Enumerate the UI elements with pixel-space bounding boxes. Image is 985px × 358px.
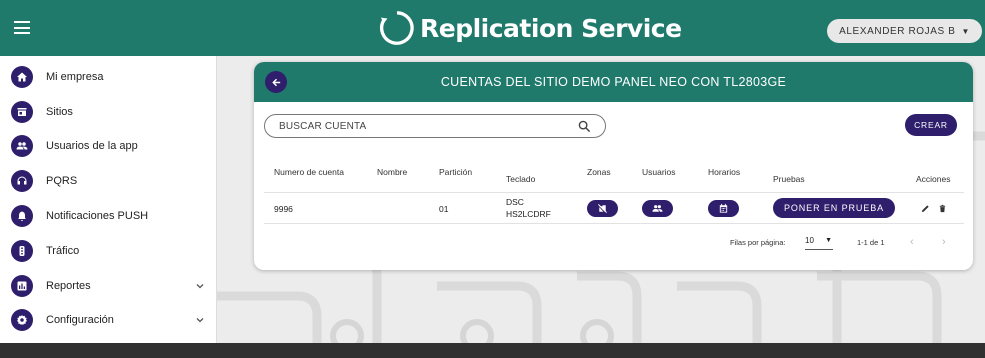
column-header-usuarios: Usuarios [642, 167, 676, 177]
chart-icon [11, 275, 33, 297]
sidebar-item-pqrs[interactable]: PQRS [0, 164, 217, 198]
rows-per-page-value: 10 [805, 236, 814, 245]
pagination-range: 1-1 de 1 [857, 238, 885, 247]
header-divider [264, 192, 964, 193]
previous-page-button[interactable]: ‹ [910, 236, 922, 248]
sidebar-item-label: Notificaciones PUSH [46, 210, 149, 222]
headset-icon [11, 170, 33, 192]
user-name: ALEXANDER ROJAS B [839, 25, 956, 37]
bottom-shadow-strip [0, 343, 985, 358]
arrow-left-icon [271, 78, 280, 86]
sidebar-item-label: Mi empresa [46, 71, 104, 83]
sidebar-item-trafico[interactable]: Tráfico [0, 234, 217, 268]
sidebar-item-sitios[interactable]: Sitios [0, 95, 217, 129]
chevron-down-icon [196, 284, 204, 289]
sidebar-item-label: Configuración [46, 314, 114, 326]
cell-account: 9996 [274, 204, 293, 214]
sidebar-item-label: Reportes [46, 280, 91, 292]
column-header-pruebas: Pruebas [773, 174, 805, 184]
card-title: CUENTAS DEL SITIO DEMO PANEL NEO CON TL2… [440, 75, 787, 89]
search-input[interactable] [279, 120, 569, 132]
sidebar-item-configuracion[interactable]: Configuración [0, 303, 217, 337]
column-header-nombre: Nombre [377, 167, 408, 177]
rows-per-page-label: Filas por página: [730, 238, 786, 247]
caret-down-icon: ▼ [961, 26, 970, 36]
calendar-icon [719, 203, 728, 213]
card-header: CUENTAS DEL SITIO DEMO PANEL NEO CON TL2… [254, 62, 973, 102]
sidebar-item-reportes[interactable]: Reportes [0, 269, 217, 303]
traffic-icon [11, 240, 33, 262]
store-icon [11, 101, 33, 123]
sidebar-item-usuarios-app[interactable]: Usuarios de la app [0, 129, 217, 163]
replication-logo-icon [380, 11, 414, 45]
brand-title: Replication Service [420, 13, 682, 43]
column-header-teclado: Teclado [506, 174, 536, 184]
people-icon [11, 135, 33, 157]
user-menu-button[interactable]: ALEXANDER ROJAS B ▼ [827, 19, 982, 43]
caret-down-icon: ▼ [825, 237, 832, 244]
row-divider [264, 223, 964, 224]
sidebar-item-mi-empresa[interactable]: Mi empresa [0, 60, 217, 94]
next-page-button[interactable]: › [942, 236, 954, 248]
sidebar-item-notificaciones[interactable]: Notificaciones PUSH [0, 199, 217, 233]
accounts-card: CUENTAS DEL SITIO DEMO PANEL NEO CON TL2… [254, 62, 973, 270]
bell-icon [11, 205, 33, 227]
brand-logo: Replication Service [378, 8, 682, 48]
create-button[interactable]: CREAR [905, 114, 957, 136]
users-button[interactable] [642, 200, 673, 217]
back-button[interactable] [265, 71, 287, 93]
cell-keypad-brand: DSC [506, 197, 524, 207]
zones-icon [598, 204, 607, 213]
edit-icon[interactable] [921, 204, 930, 213]
gear-icon [11, 309, 33, 331]
sidebar-item-label: Usuarios de la app [46, 140, 138, 152]
chevron-down-icon [196, 318, 204, 323]
schedules-button[interactable] [708, 200, 739, 217]
delete-icon[interactable] [938, 204, 947, 213]
menu-icon[interactable] [14, 21, 30, 34]
sidebar: Mi empresa Sitios Usuarios de la app PQR… [0, 56, 217, 358]
put-on-test-button[interactable]: PONER EN PRUEBA [773, 198, 895, 218]
column-header-acciones: Acciones [916, 174, 951, 184]
sidebar-item-label: Tráfico [46, 245, 80, 257]
column-header-zonas: Zonas [587, 167, 611, 177]
people-icon [652, 205, 663, 212]
sidebar-item-label: Sitios [46, 106, 73, 118]
search-icon [578, 120, 591, 133]
column-header-numero: Numero de cuenta [274, 167, 344, 177]
sidebar-item-label: PQRS [46, 175, 78, 187]
zones-button[interactable] [587, 200, 618, 217]
cell-partition: 01 [439, 204, 449, 214]
cell-keypad-model: HS2LCDRF [506, 209, 551, 219]
top-app-bar: Replication Service ALEXANDER ROJAS B ▼ [0, 0, 985, 56]
rows-per-page-select[interactable]: 10 ▼ [805, 236, 833, 250]
column-header-particion: Partición [439, 167, 473, 177]
home-icon [11, 66, 33, 88]
column-header-horarios: Horarios [708, 167, 741, 177]
search-field[interactable] [264, 114, 606, 138]
